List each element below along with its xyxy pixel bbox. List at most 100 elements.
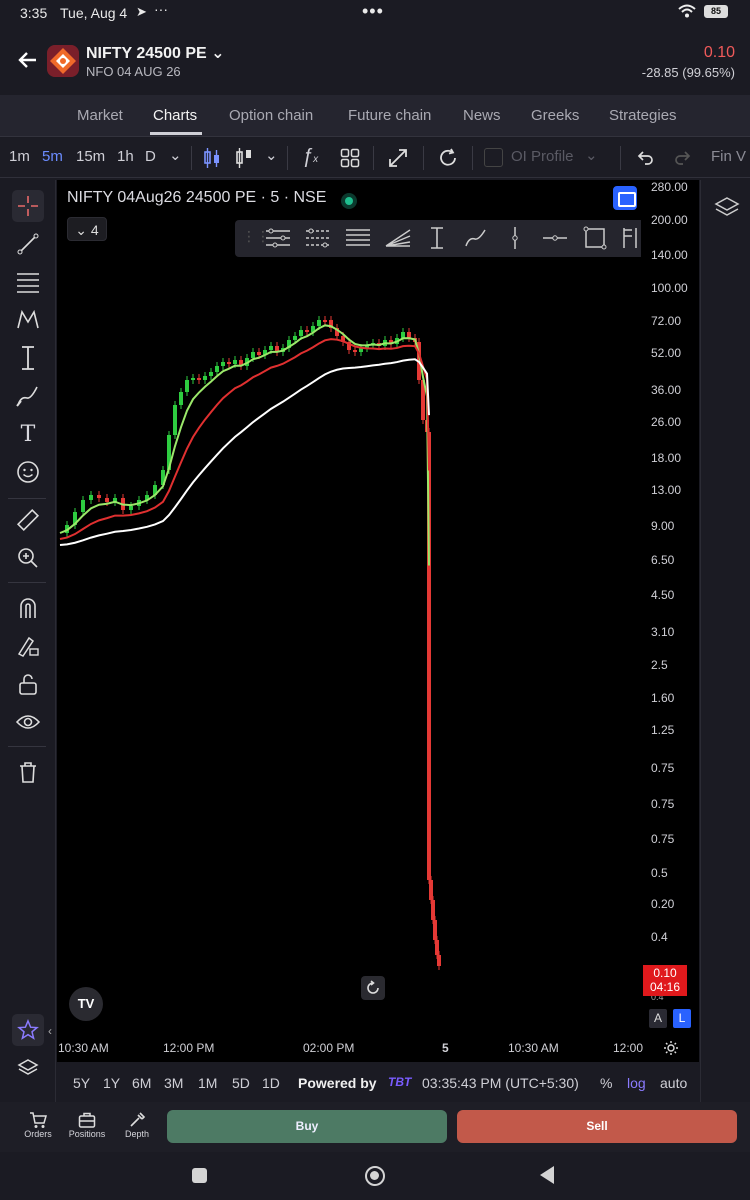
orders-button[interactable]: Orders — [13, 1111, 63, 1139]
range-5y[interactable]: 5Y — [73, 1075, 90, 1091]
price-axis-label: 280.00 — [651, 180, 688, 194]
fin-view-label[interactable]: Fin V — [711, 148, 746, 165]
range-1m[interactable]: 1M — [198, 1075, 217, 1091]
horizontal-line-icon[interactable] — [542, 227, 568, 249]
recent-apps-icon[interactable] — [192, 1168, 207, 1183]
time-axis[interactable]: 10:30 AM 12:00 PM 02:00 PM 5 10:30 AM 12… — [57, 1036, 699, 1062]
brush-icon[interactable] — [463, 227, 489, 249]
log-scale-button[interactable]: L — [673, 1009, 691, 1028]
candles-icon[interactable] — [203, 147, 221, 169]
layouts-icon[interactable] — [340, 148, 360, 168]
range-1d[interactable]: 1D — [262, 1075, 280, 1091]
ruler-icon[interactable] — [12, 504, 44, 536]
fib-retracement-icon[interactable] — [12, 266, 44, 298]
reset-chart-button[interactable] — [361, 976, 385, 1000]
fib-levels-icon[interactable] — [345, 227, 371, 249]
range-5d[interactable]: 5D — [232, 1075, 250, 1091]
pattern-icon[interactable] — [12, 304, 44, 336]
tab-market[interactable]: Market — [77, 107, 123, 124]
fib-fan-icon[interactable] — [385, 227, 411, 249]
time-axis-label: 10:30 AM — [508, 1041, 559, 1055]
magnet-icon[interactable] — [12, 592, 44, 624]
measure-range-icon[interactable] — [12, 342, 44, 374]
rectangle-icon[interactable] — [583, 226, 607, 250]
settings-gear-icon[interactable] — [663, 1040, 679, 1056]
crosshair-icon[interactable] — [12, 190, 44, 222]
interval-d[interactable]: D — [145, 148, 156, 165]
collapse-tools-icon[interactable]: ‹ — [48, 1024, 52, 1038]
regression-channel-icon[interactable] — [305, 227, 331, 249]
percent-scale-toggle[interactable]: % — [600, 1075, 612, 1091]
redo-icon[interactable] — [674, 148, 692, 166]
lock-drawing-icon[interactable] — [12, 630, 44, 662]
star-icon[interactable] — [12, 1014, 44, 1046]
undo-icon[interactable] — [636, 148, 654, 166]
fullscreen-button[interactable] — [613, 186, 637, 210]
interval-1m[interactable]: 1m — [9, 148, 30, 165]
object-tree-icon[interactable] — [12, 1052, 44, 1084]
buy-button[interactable]: Buy — [167, 1110, 447, 1143]
parallel-channel-icon[interactable] — [265, 227, 291, 249]
layers-icon[interactable] — [714, 195, 740, 219]
positions-button[interactable]: Positions — [62, 1111, 112, 1139]
tab-news[interactable]: News — [463, 107, 501, 124]
price-axis[interactable]: 280.00 200.00 140.00 100.00 72.00 52.00 … — [641, 180, 699, 1040]
indicators-icon[interactable]: ƒx — [302, 145, 318, 168]
powered-by-label: Powered by — [298, 1075, 377, 1091]
back-arrow-icon[interactable] — [16, 48, 40, 72]
vertical-line-icon[interactable] — [505, 226, 525, 250]
interval-5m[interactable]: 5m — [42, 148, 63, 165]
back-icon[interactable] — [540, 1166, 554, 1184]
trend-line-icon[interactable] — [12, 228, 44, 260]
price-change: -28.85 (99.65%) — [641, 65, 735, 80]
tradingview-logo: TV — [69, 987, 103, 1021]
oi-profile-label[interactable]: OI Profile — [511, 148, 574, 165]
oi-profile-dropdown-icon[interactable]: ⌄ — [585, 146, 598, 164]
price-axis-label: 100.00 — [651, 281, 688, 295]
more-notifications-icon: ··· — [154, 1, 168, 17]
interval-15m[interactable]: 15m — [76, 148, 105, 165]
window-handle[interactable]: ••• — [362, 1, 384, 22]
price-axis-label: 0.75 — [651, 761, 675, 775]
home-icon[interactable] — [365, 1166, 385, 1186]
tab-greeks[interactable]: Greeks — [531, 107, 579, 124]
price-axis-label: 6.50 — [651, 553, 675, 567]
auto-scale-button[interactable]: A — [649, 1009, 667, 1028]
auto-scale-toggle[interactable]: auto — [660, 1075, 687, 1091]
range-6m[interactable]: 6M — [132, 1075, 151, 1091]
expand-icon[interactable] — [387, 147, 409, 169]
range-1y[interactable]: 1Y — [103, 1075, 120, 1091]
interval-dropdown-icon[interactable]: ⌄ — [169, 146, 182, 164]
sell-button[interactable]: Sell — [457, 1110, 737, 1143]
chevron-down-icon[interactable]: ⌄ — [211, 45, 224, 62]
lock-icon[interactable] — [12, 668, 44, 700]
visibility-icon[interactable] — [12, 706, 44, 738]
chart-type-dropdown-icon[interactable]: ⌄ — [265, 146, 278, 164]
tab-option-chain[interactable]: Option chain — [229, 107, 313, 124]
log-scale-toggle[interactable]: log — [627, 1075, 646, 1091]
trash-icon[interactable] — [12, 756, 44, 788]
instrument-title[interactable]: NIFTY 24500 PE ⌄ — [86, 43, 225, 63]
refresh-icon[interactable] — [437, 147, 459, 169]
interval-1h[interactable]: 1h — [117, 148, 134, 165]
status-time: 3:35 — [20, 5, 48, 21]
candle-body — [81, 500, 85, 512]
emoji-icon[interactable] — [12, 456, 44, 488]
tab-future-chain[interactable]: Future chain — [348, 107, 431, 124]
candlestick-plot[interactable] — [57, 180, 641, 970]
oi-profile-checkbox[interactable] — [484, 148, 503, 167]
price-chart[interactable]: NIFTY 04Aug26 24500 PE · 5 · NSE ⌄ 4 ⋮⋮ — [57, 180, 655, 970]
depth-button[interactable]: Depth — [112, 1111, 162, 1139]
time-axis-label: 12:00 PM — [163, 1041, 215, 1055]
measure-range-icon[interactable] — [425, 226, 449, 250]
price-axis-label: 0.75 — [651, 797, 675, 811]
zoom-in-icon[interactable] — [12, 542, 44, 574]
text-tool-icon[interactable]: T — [12, 418, 44, 450]
chart-type-icon[interactable] — [235, 147, 253, 169]
brush-icon[interactable] — [12, 380, 44, 412]
tab-charts[interactable]: Charts — [153, 107, 197, 124]
indicator-legend-toggle[interactable]: ⌄ 4 — [67, 217, 107, 241]
chevron-down-icon: ⌄ — [75, 222, 88, 238]
tab-strategies[interactable]: Strategies — [609, 107, 677, 124]
range-3m[interactable]: 3M — [164, 1075, 183, 1091]
